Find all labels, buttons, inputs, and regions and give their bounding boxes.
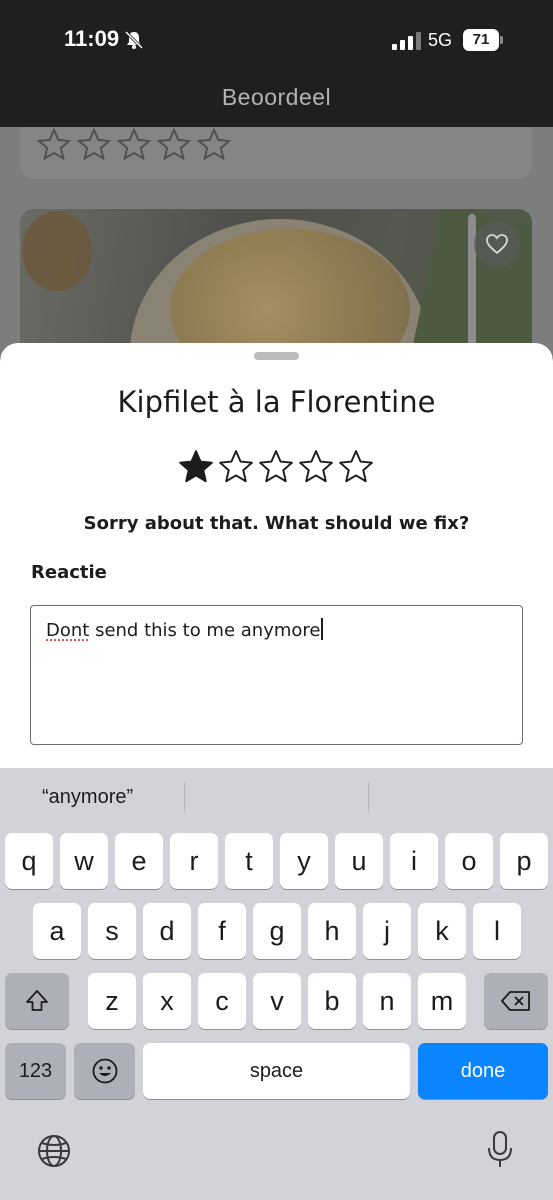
- background-content: [0, 127, 553, 357]
- text-caret: [321, 618, 324, 640]
- key-q[interactable]: q: [5, 833, 53, 889]
- shift-icon: [26, 990, 48, 1011]
- key-g[interactable]: g: [253, 903, 301, 959]
- star-outline-icon[interactable]: [257, 448, 295, 486]
- space-key[interactable]: space: [143, 1043, 410, 1099]
- recipe-image: [20, 209, 532, 357]
- key-i[interactable]: i: [390, 833, 438, 889]
- status-time: 11:09: [64, 26, 120, 51]
- battery-icon: 71: [463, 29, 503, 51]
- bell-muted-icon: [124, 30, 144, 50]
- emoji-key[interactable]: [74, 1043, 135, 1099]
- battery-level: 71: [463, 29, 499, 51]
- star-rating: [177, 448, 375, 486]
- comment-rest: send this to me anymore: [89, 620, 321, 641]
- key-k[interactable]: k: [418, 903, 466, 959]
- key-l[interactable]: l: [473, 903, 521, 959]
- star-outline-icon: [76, 127, 112, 161]
- app-header: Beoordeel: [0, 70, 553, 127]
- backspace-icon: [501, 991, 530, 1011]
- feedback-prompt: Sorry about that. What should we fix?: [83, 513, 470, 534]
- key-u[interactable]: u: [335, 833, 383, 889]
- star-outline-icon: [196, 127, 232, 161]
- key-n[interactable]: n: [363, 973, 411, 1029]
- star-outline-icon[interactable]: [337, 448, 375, 486]
- key-z[interactable]: z: [88, 973, 136, 1029]
- suggestion-bar: “anymore”: [0, 768, 553, 830]
- key-c[interactable]: c: [198, 973, 246, 1029]
- star-outline-icon: [156, 127, 192, 161]
- comment-label: Reactie: [31, 562, 107, 583]
- key-r[interactable]: r: [170, 833, 218, 889]
- dish-title: Kipfilet à la Florentine: [117, 385, 436, 419]
- status-bar: 11:09 5G 71: [0, 0, 553, 70]
- comment-text: Dont send this to me anymore: [46, 620, 320, 641]
- keyboard: “anymore” q w e r t y u i o p a s d f g …: [0, 768, 553, 1200]
- star-outline-icon: [116, 127, 152, 161]
- key-w[interactable]: w: [60, 833, 108, 889]
- star-filled-icon[interactable]: [177, 448, 215, 486]
- key-t[interactable]: t: [225, 833, 273, 889]
- key-b[interactable]: b: [308, 973, 356, 1029]
- favorite-button[interactable]: [474, 221, 520, 267]
- key-d[interactable]: d: [143, 903, 191, 959]
- done-key[interactable]: done: [418, 1043, 548, 1099]
- key-e[interactable]: e: [115, 833, 163, 889]
- key-h[interactable]: h: [308, 903, 356, 959]
- microphone-icon[interactable]: [486, 1130, 514, 1170]
- key-x[interactable]: x: [143, 973, 191, 1029]
- comment-field[interactable]: Dont send this to me anymore: [30, 605, 523, 745]
- key-p[interactable]: p: [500, 833, 548, 889]
- key-f[interactable]: f: [198, 903, 246, 959]
- sheet-grabber[interactable]: [254, 352, 299, 360]
- key-y[interactable]: y: [280, 833, 328, 889]
- emoji-icon: [92, 1058, 117, 1084]
- previous-rating-stars: [36, 127, 232, 163]
- network-type: 5G: [428, 30, 453, 50]
- key-v[interactable]: v: [253, 973, 301, 1029]
- page-title: Beoordeel: [221, 84, 332, 110]
- key-j[interactable]: j: [363, 903, 411, 959]
- key-a[interactable]: a: [33, 903, 81, 959]
- key-s[interactable]: s: [88, 903, 136, 959]
- misspelled-word: Dont: [46, 620, 90, 641]
- globe-icon[interactable]: [36, 1133, 72, 1169]
- star-outline-icon[interactable]: [217, 448, 255, 486]
- star-outline-icon[interactable]: [297, 448, 335, 486]
- numbers-key[interactable]: 123: [5, 1043, 66, 1099]
- star-outline-icon: [36, 127, 72, 161]
- heart-icon: [486, 234, 508, 255]
- key-o[interactable]: o: [445, 833, 493, 889]
- suggestion-1[interactable]: “anymore”: [42, 786, 133, 809]
- shift-key[interactable]: [5, 973, 69, 1029]
- cellular-signal-icon: [392, 32, 421, 50]
- rating-sheet: Kipfilet à la Florentine Sorry about tha…: [0, 343, 553, 768]
- delete-key[interactable]: [484, 973, 548, 1029]
- key-m[interactable]: m: [418, 973, 466, 1029]
